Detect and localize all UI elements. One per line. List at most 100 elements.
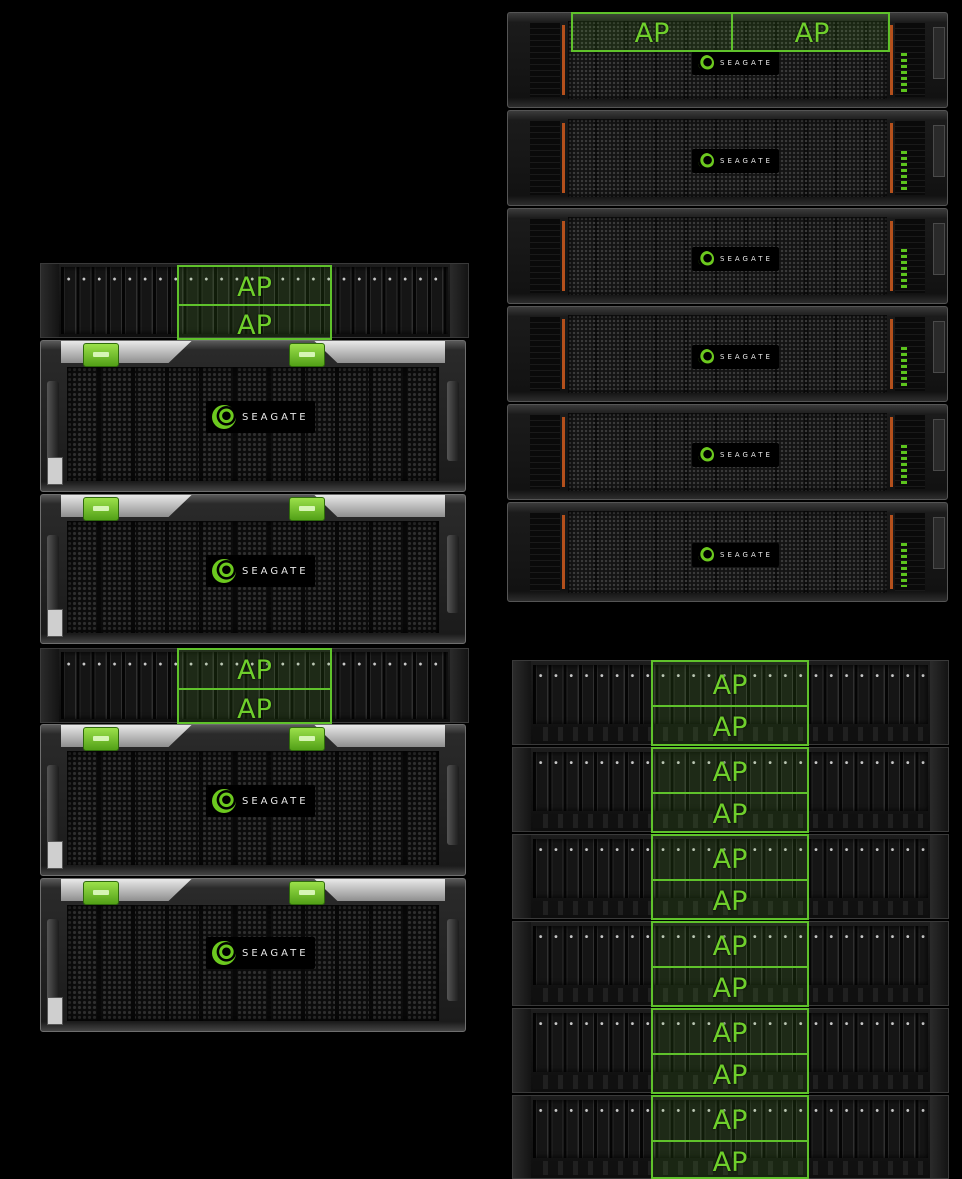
drive-slot-column bbox=[895, 219, 925, 293]
brand-word: SEAGATE bbox=[242, 947, 309, 959]
seagate-swirl-icon bbox=[212, 559, 236, 583]
brand-word: SEAGATE bbox=[720, 255, 773, 263]
seagate-enclosure-4u-left-1: SEAGATE bbox=[40, 340, 466, 492]
ap-label: AP bbox=[712, 799, 748, 830]
seagate-logo: SEAGATE bbox=[692, 443, 779, 467]
ap-label: AP bbox=[712, 670, 748, 701]
ap-divider bbox=[653, 792, 807, 794]
ap-label: AP bbox=[237, 310, 272, 341]
drive-slot-column bbox=[530, 415, 560, 489]
seagate-logo: SEAGATE bbox=[692, 51, 779, 75]
drive-slot-column bbox=[895, 121, 925, 195]
ap-label: AP bbox=[237, 655, 272, 686]
brand-word: SEAGATE bbox=[720, 353, 773, 361]
green-latch bbox=[289, 727, 325, 751]
status-panel bbox=[47, 841, 63, 869]
ap-overlay-right-2: AP AP bbox=[651, 747, 809, 833]
ap-overlay-left-1: AP AP bbox=[177, 265, 332, 340]
green-latch bbox=[83, 497, 119, 521]
ap-label: AP bbox=[634, 18, 670, 49]
drive-slot-column bbox=[895, 513, 925, 591]
status-leds bbox=[901, 249, 907, 289]
green-latch bbox=[83, 727, 119, 751]
rack-ear bbox=[933, 321, 945, 373]
seagate-logo: SEAGATE bbox=[692, 543, 779, 567]
rack-ear bbox=[513, 922, 531, 1005]
brand-word: SEAGATE bbox=[242, 411, 309, 423]
ap-divider bbox=[653, 966, 807, 968]
side-handle bbox=[447, 765, 459, 845]
rack-ear bbox=[513, 661, 531, 744]
seagate-dark-unit-6: SEAGATE bbox=[507, 502, 948, 602]
rack-ear bbox=[930, 835, 948, 918]
seagate-swirl-icon bbox=[212, 789, 236, 813]
green-latch bbox=[83, 881, 119, 905]
brand-word: SEAGATE bbox=[242, 565, 309, 577]
status-leds bbox=[901, 445, 907, 485]
rack-ear bbox=[930, 748, 948, 831]
ap-overlay-right-3: AP AP bbox=[651, 834, 809, 920]
orange-stripe bbox=[562, 515, 565, 589]
rack-ear bbox=[513, 835, 531, 918]
orange-stripe bbox=[562, 25, 565, 95]
rack-ear bbox=[41, 264, 59, 337]
ap-label: AP bbox=[712, 931, 748, 962]
ap-label: AP bbox=[237, 272, 272, 303]
green-latch bbox=[289, 497, 325, 521]
rack-ear bbox=[450, 264, 468, 337]
ap-overlay-right-1: AP AP bbox=[651, 660, 809, 746]
seagate-swirl-icon bbox=[212, 405, 236, 429]
rack-ear bbox=[930, 922, 948, 1005]
rack-ear bbox=[933, 27, 945, 79]
rack-ear bbox=[513, 748, 531, 831]
ap-label: AP bbox=[237, 694, 272, 725]
seagate-logo: SEAGATE bbox=[206, 785, 315, 817]
rack-ear bbox=[933, 125, 945, 177]
side-handle bbox=[47, 765, 59, 845]
ap-label: AP bbox=[712, 712, 748, 743]
orange-stripe bbox=[562, 319, 565, 389]
orange-stripe bbox=[890, 515, 893, 589]
ap-label: AP bbox=[712, 844, 748, 875]
seagate-logo: SEAGATE bbox=[206, 401, 315, 433]
side-handle bbox=[447, 919, 459, 1001]
seagate-swirl-icon bbox=[698, 251, 714, 267]
seagate-logo: SEAGATE bbox=[692, 345, 779, 369]
seagate-enclosure-4u-left-2: SEAGATE bbox=[40, 494, 466, 644]
ap-divider bbox=[653, 1053, 807, 1055]
drive-slot-column bbox=[895, 317, 925, 391]
ap-label: AP bbox=[712, 1105, 748, 1136]
ap-label: AP bbox=[712, 886, 748, 917]
ap-label: AP bbox=[794, 18, 830, 49]
seagate-dark-unit-5: SEAGATE bbox=[507, 404, 948, 500]
ap-overlay-left-2: AP AP bbox=[177, 648, 332, 724]
side-handle bbox=[47, 919, 59, 1001]
ap-label: AP bbox=[712, 1147, 748, 1178]
rack-ear bbox=[933, 517, 945, 569]
drive-slot-column bbox=[530, 513, 560, 591]
side-handle bbox=[447, 535, 459, 613]
green-latch bbox=[289, 881, 325, 905]
green-latch bbox=[289, 343, 325, 367]
orange-stripe bbox=[562, 123, 565, 193]
brand-word: SEAGATE bbox=[720, 59, 773, 67]
ap-overlay-right-4: AP AP bbox=[651, 921, 809, 1007]
ap-label: AP bbox=[712, 973, 748, 1004]
side-handle bbox=[447, 381, 459, 461]
drive-slot-column bbox=[530, 23, 560, 97]
seagate-swirl-icon bbox=[698, 547, 714, 563]
rack-ear bbox=[513, 1009, 531, 1092]
green-latch bbox=[83, 343, 119, 367]
drive-slot-column bbox=[895, 415, 925, 489]
rack-ear bbox=[933, 223, 945, 275]
orange-stripe bbox=[890, 123, 893, 193]
status-panel bbox=[47, 609, 63, 637]
ap-label: AP bbox=[712, 1060, 748, 1091]
seagate-enclosure-4u-left-4: SEAGATE bbox=[40, 878, 466, 1032]
ap-label: AP bbox=[712, 1018, 748, 1049]
rack-ear bbox=[450, 649, 468, 722]
seagate-swirl-icon bbox=[698, 153, 714, 169]
status-leds bbox=[901, 151, 907, 191]
ap-label: AP bbox=[712, 757, 748, 788]
seagate-dark-unit-3: SEAGATE bbox=[507, 208, 948, 304]
